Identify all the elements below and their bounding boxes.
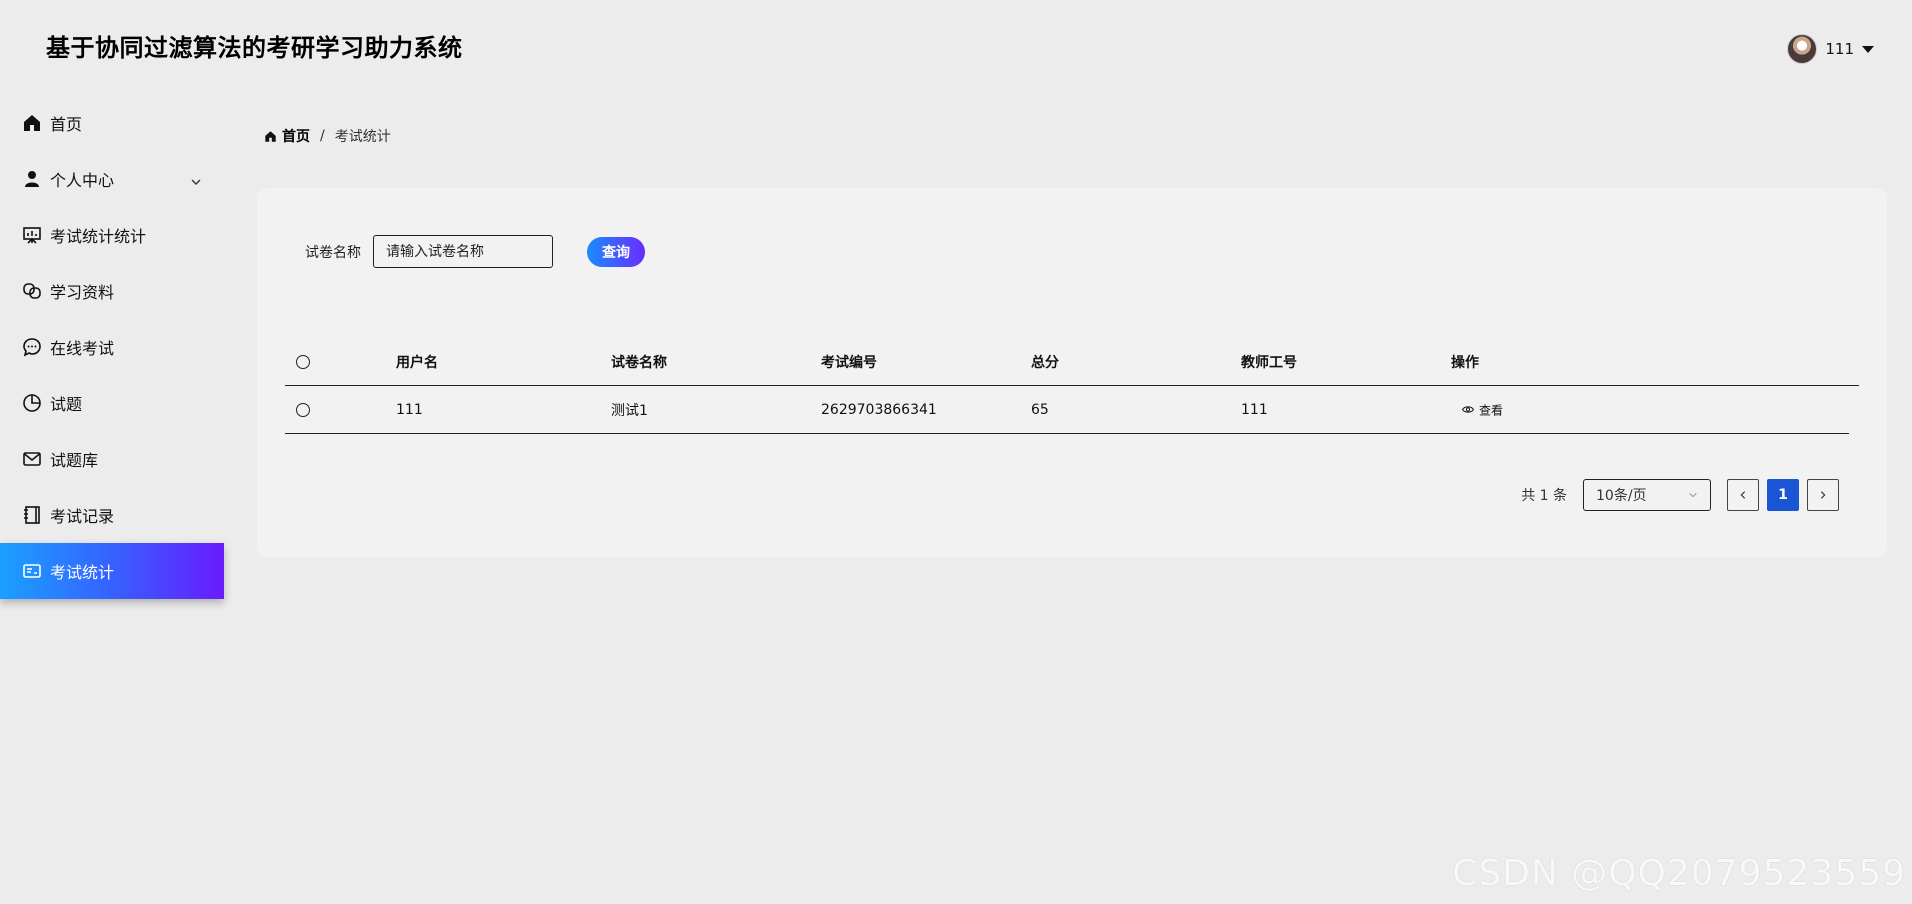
avatar	[1787, 34, 1818, 64]
paper-name-search-input[interactable]	[373, 235, 553, 268]
eye-icon	[1462, 406, 1474, 413]
column-header-paper-name: 试卷名称	[611, 354, 667, 371]
sidebar: 首页 个人中心 考试统计统计 学习资料 在线考试 试题 试题库 考试记录 考试统…	[0, 95, 224, 599]
breadcrumb-home-label: 首页	[282, 129, 310, 145]
prev-page-button[interactable]	[1727, 479, 1759, 511]
chevron-down-icon	[1689, 492, 1697, 498]
sidebar-item-label: 试题库	[50, 451, 99, 470]
sidebar-item-exam-statistics-statistics[interactable]: 考试统计统计	[0, 207, 224, 263]
view-button-label: 查看	[1479, 403, 1504, 417]
table-header: 用户名 试卷名称 考试编号 总分 教师工号 操作	[285, 338, 1859, 386]
cell-username: 111	[396, 401, 423, 418]
watermark: CSDN @QQ2079523559	[1452, 853, 1906, 894]
chevron-right-icon	[1820, 491, 1826, 499]
mail-icon	[22, 449, 42, 469]
sidebar-item-label: 考试统计	[50, 563, 115, 582]
select-all-radio[interactable]	[296, 354, 310, 369]
breadcrumb-separator: /	[320, 128, 325, 144]
search-button[interactable]: 查询	[587, 236, 645, 267]
column-header-actions: 操作	[1451, 354, 1479, 371]
breadcrumb-home[interactable]: 首页	[264, 126, 310, 146]
column-header-username: 用户名	[396, 354, 438, 371]
sidebar-item-exam-statistics[interactable]: 考试统计	[0, 543, 224, 599]
home-icon	[265, 130, 276, 142]
sidebar-item-label: 学习资料	[50, 283, 115, 302]
exam-statistics-table: 用户名 试卷名称 考试编号 总分 教师工号 操作 111 测试1 2629703…	[285, 338, 1859, 434]
sidebar-item-label: 考试统计统计	[50, 227, 147, 246]
sidebar-item-exam-records[interactable]: 考试记录	[0, 487, 224, 543]
pagination-total: 共 1 条	[1521, 488, 1567, 504]
next-page-button[interactable]	[1807, 479, 1839, 511]
column-header-teacher-number: 教师工号	[1241, 354, 1297, 371]
user-menu[interactable]: 111	[1787, 34, 1874, 64]
breadcrumb: 首页 / 考试统计	[264, 126, 391, 146]
sidebar-item-label: 考试记录	[50, 507, 115, 526]
breadcrumb-current: 考试统计	[334, 129, 391, 145]
user-icon	[22, 169, 42, 189]
sidebar-item-questions[interactable]: 试题	[0, 375, 224, 431]
view-button[interactable]: 查看	[1462, 401, 1503, 418]
table-row: 111 测试1 2629703866341 65 111 查看	[285, 386, 1849, 434]
chevron-down-icon	[190, 173, 202, 192]
sidebar-item-label: 首页	[50, 115, 83, 134]
search-label: 试卷名称	[305, 244, 361, 261]
sidebar-item-question-bank[interactable]: 试题库	[0, 431, 224, 487]
notebook-icon	[22, 505, 42, 525]
app-title: 基于协同过滤算法的考研学习助力系统	[46, 34, 463, 62]
column-header-total-score: 总分	[1031, 354, 1059, 371]
search-bar: 试卷名称 查询	[305, 235, 645, 268]
chevron-left-icon	[1740, 491, 1746, 499]
home-icon	[22, 113, 42, 133]
sidebar-item-personal-center[interactable]: 个人中心	[0, 151, 224, 207]
column-header-exam-number: 考试编号	[821, 354, 877, 371]
link-icon	[22, 281, 42, 301]
row-select-radio[interactable]	[296, 402, 310, 417]
page-size-value: 10条/页	[1596, 488, 1647, 504]
sidebar-item-study-materials[interactable]: 学习资料	[0, 263, 224, 319]
caret-down-icon	[1862, 45, 1874, 53]
presentation-icon	[22, 225, 42, 245]
pagination: 共 1 条 10条/页 1	[1521, 479, 1839, 511]
cell-exam-number: 2629703866341	[821, 401, 937, 418]
sidebar-item-online-exam[interactable]: 在线考试	[0, 319, 224, 375]
sidebar-item-label: 个人中心	[50, 171, 115, 190]
cell-paper-name: 测试1	[611, 402, 648, 419]
chat-icon	[22, 337, 42, 357]
sidebar-item-label: 在线考试	[50, 339, 115, 358]
page-number-button[interactable]: 1	[1767, 479, 1799, 511]
header: 基于协同过滤算法的考研学习助力系统 111	[0, 0, 1912, 90]
user-name: 111	[1825, 40, 1854, 58]
pie-chart-icon	[22, 393, 42, 413]
page-size-select[interactable]: 10条/页	[1583, 479, 1711, 511]
sidebar-item-home[interactable]: 首页	[0, 95, 224, 151]
cell-teacher-number: 111	[1241, 401, 1268, 418]
sidebar-item-label: 试题	[50, 395, 83, 414]
cell-total-score: 65	[1031, 401, 1049, 418]
id-card-icon	[22, 561, 42, 581]
content-panel: 试卷名称 查询 用户名 试卷名称 考试编号 总分 教师工号 操作 111 测试1…	[257, 188, 1887, 558]
